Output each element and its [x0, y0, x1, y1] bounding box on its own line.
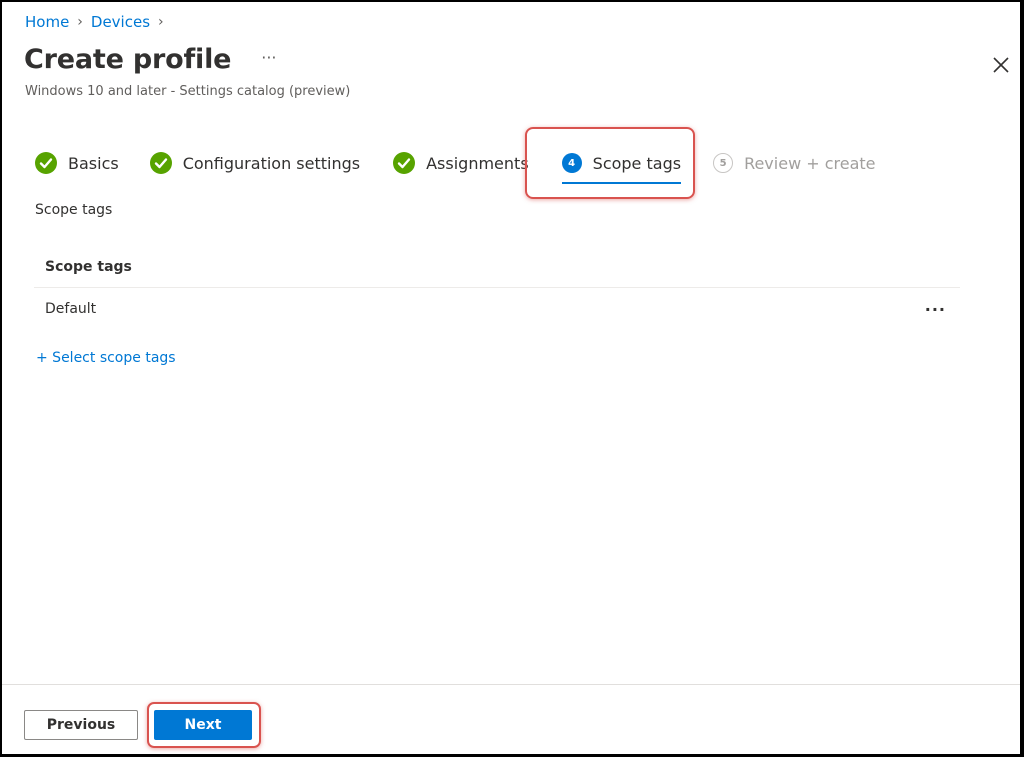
- tab-review-create[interactable]: 5 Review + create: [713, 148, 876, 178]
- section-label: Scope tags: [35, 202, 113, 218]
- tab-label: Scope tags: [592, 153, 682, 173]
- chevron-right-icon: ›: [77, 14, 83, 30]
- check-circle-icon: [35, 152, 57, 174]
- table-header: Scope tags: [34, 246, 960, 288]
- page-title: Create profile: [24, 44, 232, 75]
- breadcrumb-devices[interactable]: Devices: [91, 13, 150, 31]
- tab-label: Configuration settings: [182, 153, 361, 173]
- close-icon: [993, 57, 1009, 73]
- more-options-icon[interactable]: ···: [261, 48, 276, 67]
- tab-configuration-settings[interactable]: Configuration settings: [149, 148, 361, 178]
- check-circle-icon: [393, 152, 416, 174]
- tab-label: Basics: [68, 153, 119, 173]
- check-circle-icon: [149, 152, 172, 174]
- breadcrumb: Home › Devices ›: [25, 13, 172, 31]
- footer: Previous Next: [2, 684, 1020, 754]
- step-number-badge: 5: [713, 153, 734, 173]
- chevron-right-icon: ›: [158, 14, 164, 30]
- scope-tag-name: Default: [45, 301, 97, 317]
- wizard-steps: Basics Configuration settings Assignment…: [35, 148, 876, 184]
- tab-label: Review + create: [744, 153, 876, 173]
- step-number-badge: 4: [561, 153, 582, 173]
- previous-button[interactable]: Previous: [24, 710, 138, 740]
- create-profile-blade: Home › Devices › Create profile ··· Wind…: [2, 2, 1020, 754]
- select-scope-tags-link[interactable]: + Select scope tags: [36, 350, 176, 366]
- breadcrumb-home[interactable]: Home: [25, 13, 69, 31]
- scope-tags-table: Scope tags Default ···: [34, 246, 960, 330]
- tab-assignments[interactable]: Assignments: [393, 148, 529, 178]
- tab-scope-tags[interactable]: 4 Scope tags: [561, 148, 682, 184]
- tab-label: Assignments: [426, 153, 529, 173]
- tab-basics[interactable]: Basics: [35, 148, 119, 178]
- table-row: Default ···: [34, 288, 960, 330]
- row-more-options-icon[interactable]: ···: [925, 300, 946, 319]
- next-button[interactable]: Next: [154, 710, 252, 740]
- page-subtitle: Windows 10 and later - Settings catalog …: [25, 84, 351, 99]
- close-button[interactable]: [990, 54, 1012, 76]
- title-row: Create profile ···: [24, 44, 277, 75]
